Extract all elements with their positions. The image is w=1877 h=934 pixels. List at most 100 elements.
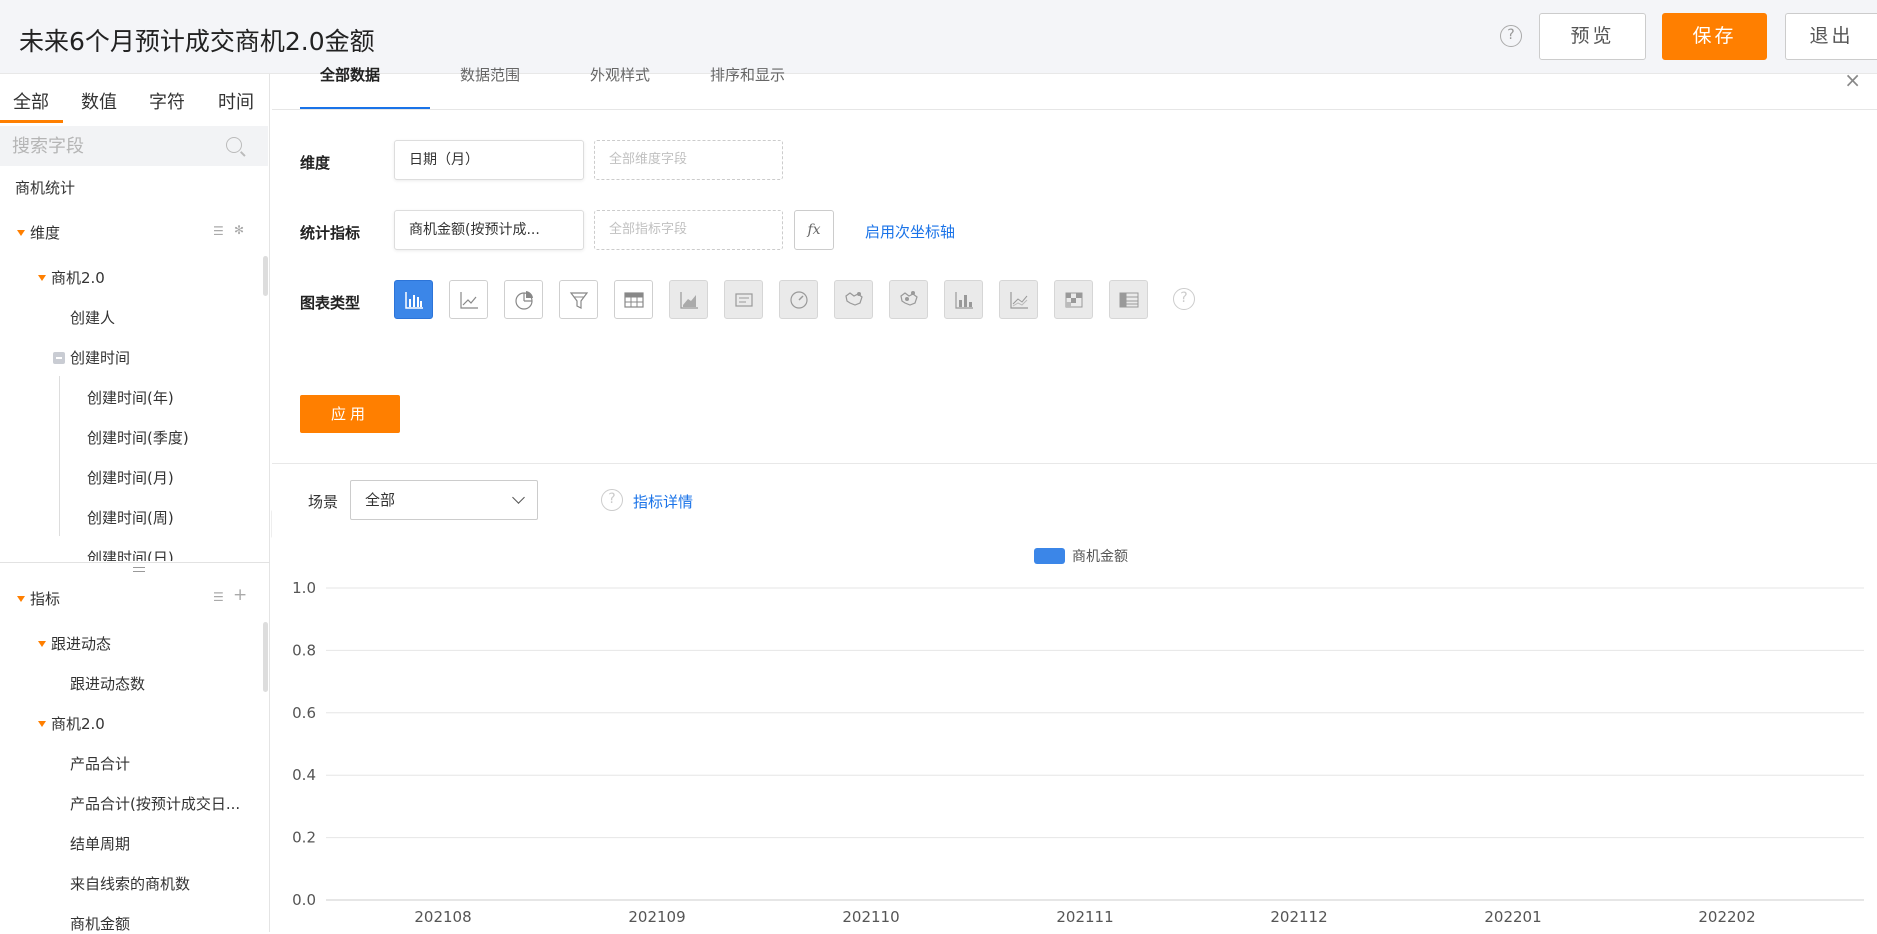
sort-icon[interactable]: ☰ bbox=[213, 224, 224, 238]
tree-node-label: 商机2.0 bbox=[51, 269, 105, 287]
x-tick-label: 202109 bbox=[628, 908, 685, 926]
bar-chart-type[interactable] bbox=[394, 280, 433, 319]
y-tick-label: 0.6 bbox=[292, 704, 316, 722]
gear-icon[interactable]: ✻ bbox=[234, 223, 244, 237]
enable-secondary-axis-link[interactable]: 启用次坐标轴 bbox=[865, 221, 955, 242]
caret-down-icon bbox=[17, 596, 25, 602]
funnel-icon bbox=[569, 292, 589, 309]
stacked-bar-icon bbox=[955, 292, 973, 309]
line-chart-type[interactable] bbox=[449, 280, 488, 319]
scene-select-value: 全部 bbox=[365, 491, 396, 509]
tree-leaf[interactable]: 创建人 bbox=[70, 307, 115, 328]
chart-type-label: 图表类型 bbox=[300, 294, 361, 312]
x-tick-label: 202201 bbox=[1484, 908, 1541, 926]
tree-leaf[interactable]: 商机金额 bbox=[70, 913, 130, 934]
tree-node[interactable]: 商机2.0 bbox=[38, 267, 105, 288]
tab-data-range[interactable]: 数据范围 bbox=[460, 64, 520, 84]
collapse-icon[interactable] bbox=[53, 352, 65, 364]
metric-section-label: 指标 bbox=[30, 590, 61, 608]
y-tick-label: 0.0 bbox=[292, 891, 316, 909]
tree-leaf[interactable]: 产品合计(按预计成交日... bbox=[70, 793, 240, 814]
tree-leaf[interactable]: 跟进动态数 bbox=[70, 673, 145, 694]
stacked-bar-chart-type[interactable] bbox=[944, 280, 983, 319]
metric-drop-zone[interactable]: 全部指标字段 bbox=[594, 210, 783, 250]
field-type-tabs: 全部 数值 字符 时间 bbox=[0, 74, 270, 124]
tree-node-label: 创建时间 bbox=[70, 349, 131, 367]
tab-all-data[interactable]: 全部数据 bbox=[320, 64, 380, 84]
tab-sort-display[interactable]: 排序和显示 bbox=[710, 64, 785, 84]
tab-number[interactable]: 数值 bbox=[81, 88, 117, 114]
bar-chart: 商机金额 1.0 0.8 0.6 0.4 0.2 0.0 202108 202109 202110… bbox=[292, 548, 1864, 926]
legend-swatch bbox=[1034, 548, 1065, 564]
dual-axis-chart-type[interactable] bbox=[999, 280, 1038, 319]
active-tab-indicator bbox=[0, 120, 63, 123]
dimension-section[interactable]: 维度 bbox=[17, 222, 60, 243]
caret-down-icon bbox=[17, 230, 25, 236]
pivot-table-chart-type[interactable] bbox=[1109, 280, 1148, 319]
metric-section[interactable]: 指标 bbox=[17, 588, 60, 609]
metric-scrollbar[interactable] bbox=[263, 622, 268, 692]
bubble-map-chart-type[interactable] bbox=[889, 280, 928, 319]
y-tick-label: 0.4 bbox=[292, 766, 316, 784]
tree-node-label: 跟进动态 bbox=[51, 635, 112, 653]
search-input[interactable] bbox=[12, 134, 212, 158]
tree-node[interactable]: 创建时间 bbox=[53, 347, 130, 368]
tree-leaf[interactable]: 创建时间(日) bbox=[87, 547, 174, 561]
x-tick-label: 202202 bbox=[1698, 908, 1755, 926]
page-title: 未来6个月预计成交商机2.0金额 bbox=[19, 27, 375, 56]
save-button[interactable]: 保存 bbox=[1662, 13, 1767, 60]
gauge-icon bbox=[790, 291, 808, 309]
tab-time[interactable]: 时间 bbox=[218, 88, 254, 114]
pie-chart-icon bbox=[515, 291, 533, 310]
caret-down-icon bbox=[38, 275, 46, 281]
dimension-label: 维度 bbox=[300, 154, 331, 172]
dimension-field[interactable]: 日期（月） bbox=[394, 140, 584, 180]
dimension-scrollbar[interactable] bbox=[263, 256, 268, 296]
search-icon[interactable] bbox=[226, 137, 242, 153]
sort-icon[interactable]: ☰ bbox=[213, 590, 224, 604]
dimension-drop-zone[interactable]: 全部维度字段 bbox=[594, 140, 783, 180]
tree-leaf[interactable]: 创建时间(周) bbox=[87, 507, 174, 528]
add-icon[interactable]: + bbox=[233, 585, 247, 605]
tree-leaf[interactable]: 创建时间(年) bbox=[87, 387, 174, 408]
help-icon[interactable]: ? bbox=[1500, 25, 1522, 47]
tab-all[interactable]: 全部 bbox=[13, 88, 49, 114]
metric-detail-help-icon[interactable]: ? bbox=[601, 489, 623, 511]
metric-field[interactable]: 商机金额(按预计成... bbox=[394, 210, 584, 250]
metric-label: 统计指标 bbox=[300, 224, 361, 242]
field-search bbox=[0, 126, 268, 166]
gauge-chart-type[interactable] bbox=[779, 280, 818, 319]
tab-appearance[interactable]: 外观样式 bbox=[590, 64, 650, 84]
resize-handle[interactable] bbox=[133, 567, 145, 572]
tree-leaf[interactable]: 产品合计 bbox=[70, 753, 130, 774]
y-tick-label: 1.0 bbox=[292, 579, 316, 597]
tree-leaf[interactable]: 结单周期 bbox=[70, 833, 130, 854]
map-icon bbox=[845, 292, 863, 306]
funnel-chart-type[interactable] bbox=[559, 280, 598, 319]
formula-button[interactable]: fx bbox=[794, 210, 834, 250]
table-chart-type[interactable] bbox=[614, 280, 653, 319]
scene-select[interactable]: 全部 bbox=[350, 480, 538, 520]
tab-string[interactable]: 字符 bbox=[149, 88, 185, 114]
close-icon[interactable]: × bbox=[1844, 68, 1861, 92]
heatmap-chart-type[interactable] bbox=[1054, 280, 1093, 319]
exit-button[interactable]: 退出 bbox=[1785, 13, 1877, 60]
line-chart-icon bbox=[460, 292, 478, 309]
apply-button[interactable]: 应用 bbox=[300, 395, 400, 433]
x-tick-label: 202111 bbox=[1056, 908, 1113, 926]
table-icon bbox=[624, 292, 644, 308]
text-card-type[interactable] bbox=[724, 280, 763, 319]
chart-type-help-icon[interactable]: ? bbox=[1173, 288, 1195, 310]
tree-node[interactable]: 商机2.0 bbox=[38, 713, 105, 734]
pie-chart-type[interactable] bbox=[504, 280, 543, 319]
tree-leaf[interactable]: 创建时间(月) bbox=[87, 467, 174, 488]
tree-guide-line bbox=[59, 376, 60, 536]
tree-node[interactable]: 跟进动态 bbox=[38, 633, 111, 654]
tree-leaf[interactable]: 来自线索的商机数 bbox=[70, 873, 190, 894]
preview-button[interactable]: 预览 bbox=[1539, 13, 1646, 60]
metric-detail-link[interactable]: 指标详情 bbox=[633, 491, 693, 512]
tree-leaf[interactable]: 创建时间(季度) bbox=[87, 427, 189, 448]
map-chart-type[interactable] bbox=[834, 280, 873, 319]
area-chart-type[interactable] bbox=[669, 280, 708, 319]
dual-axis-icon bbox=[1010, 292, 1028, 309]
